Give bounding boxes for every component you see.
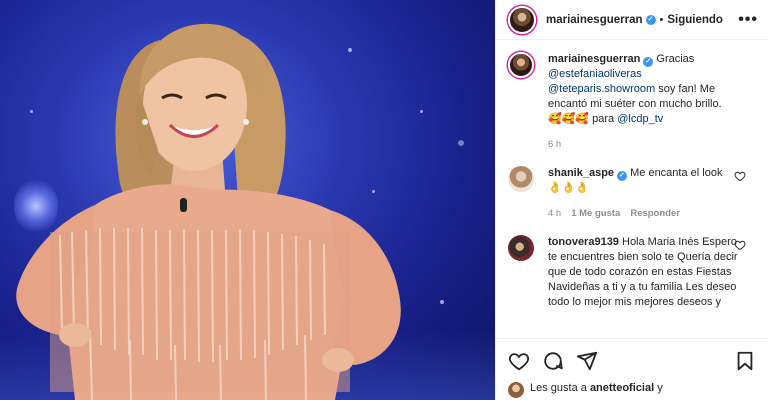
header-separator: •	[659, 13, 664, 26]
commenter-username[interactable]: tonovera9139	[548, 236, 619, 248]
author-avatar[interactable]	[508, 5, 536, 34]
caption-text-3: para	[592, 113, 615, 125]
verified-badge-icon: ✓	[617, 171, 628, 181]
comment-item: tonovera9139 Hola Maria Inés Espero te e…	[508, 235, 756, 310]
comment-likes[interactable]: 1 Me gusta	[571, 206, 620, 221]
verified-badge-icon: ✓	[643, 57, 654, 67]
commenter-avatar[interactable]	[508, 235, 534, 261]
reply-button[interactable]: Responder	[630, 206, 680, 221]
comment-bubble-icon[interactable]	[542, 350, 564, 372]
likes-suffix: y	[657, 382, 663, 394]
mention-link[interactable]: @lcdp_tv	[617, 113, 663, 125]
liker-avatar[interactable]	[508, 382, 524, 398]
mention-link[interactable]: @estefaniaoliveras	[548, 68, 642, 80]
woman-in-sweater	[16, 23, 401, 400]
comment-item: shanik_aspe ✓ Me encanta el look 👌👌👌 4 h …	[508, 166, 756, 221]
more-options-icon[interactable]: •••	[738, 11, 758, 29]
comments-list[interactable]: mariainesguerran ✓ Gracias @estefaniaoliv…	[496, 40, 768, 338]
comment-body: shanik_aspe ✓ Me encanta el look 👌👌👌 4 h …	[548, 166, 738, 221]
post-side-panel: mariainesguerran ✓ • Siguiendo ••• maria…	[495, 0, 768, 400]
comment-time[interactable]: 4 h	[548, 206, 561, 221]
commenter-username[interactable]: shanik_aspe	[548, 167, 614, 179]
caption-avatar[interactable]	[508, 52, 534, 78]
verified-badge-icon: ✓	[645, 14, 656, 25]
following-button[interactable]: Siguiendo	[667, 14, 723, 26]
caption: mariainesguerran ✓ Gracias @estefaniaoliv…	[508, 52, 756, 152]
author-username[interactable]: mariainesguerran	[546, 14, 643, 26]
save-bookmark-icon[interactable]	[734, 350, 756, 372]
liker-username[interactable]: anetteoficial	[590, 382, 654, 394]
heart-icon[interactable]	[734, 239, 746, 251]
comment-meta: 4 h 1 Me gusta Responder	[548, 206, 738, 221]
caption-body: mariainesguerran ✓ Gracias @estefaniaoliv…	[548, 52, 738, 152]
instagram-post: mariainesguerran ✓ • Siguiendo ••• maria…	[0, 0, 768, 400]
share-paper-plane-icon[interactable]	[576, 350, 598, 372]
post-header: mariainesguerran ✓ • Siguiendo •••	[496, 0, 768, 40]
caption-emojis: 🥰🥰🥰	[548, 113, 590, 125]
caption-username[interactable]: mariainesguerran	[548, 53, 640, 65]
commenter-avatar[interactable]	[508, 166, 534, 192]
caption-time[interactable]: 6 h	[548, 137, 561, 152]
caption-meta: 6 h	[548, 137, 738, 152]
action-bar	[496, 338, 768, 382]
post-photo[interactable]	[0, 0, 495, 400]
mention-link[interactable]: @teteparis.showroom	[548, 83, 655, 95]
comment-body: tonovera9139 Hola Maria Inés Espero te e…	[548, 235, 738, 310]
caption-text-1: Gracias	[656, 53, 695, 65]
likes-prefix: Les gusta a	[530, 382, 587, 394]
like-heart-icon[interactable]	[508, 350, 530, 372]
likes-summary: Les gusta a anetteoficial y	[496, 382, 768, 400]
heart-icon[interactable]	[734, 170, 746, 182]
